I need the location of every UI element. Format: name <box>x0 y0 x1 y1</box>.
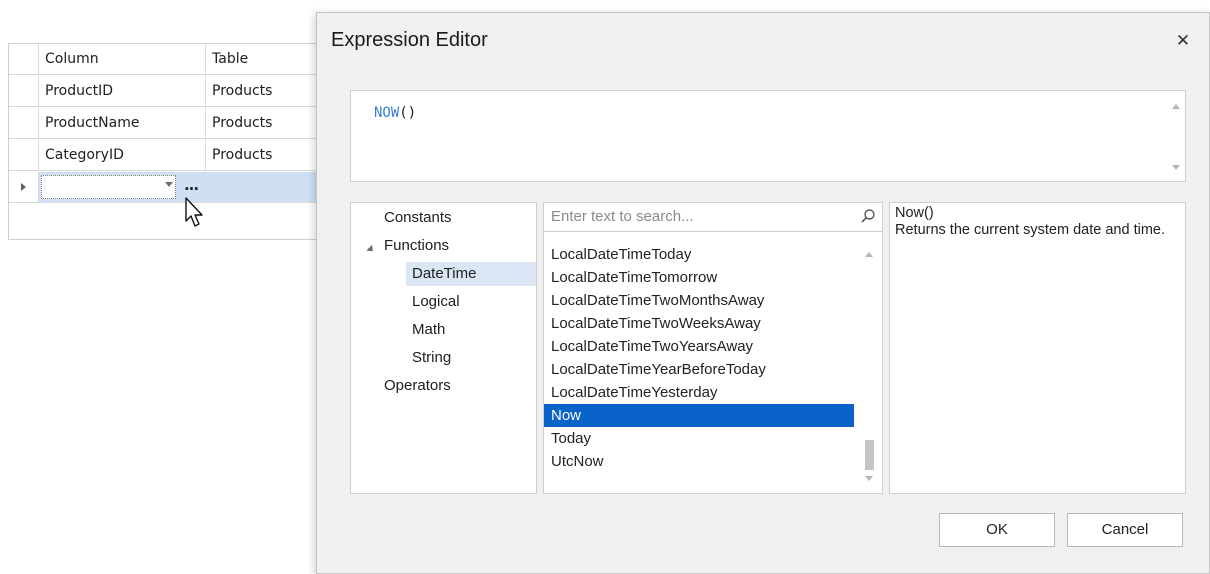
list-item[interactable]: LocalDateTimeToday <box>544 243 854 266</box>
row-indicator <box>9 172 39 203</box>
tree-item-functions[interactable]: Functions <box>378 234 455 258</box>
search-box[interactable] <box>544 203 882 232</box>
table-row-editing[interactable]: ... <box>9 172 349 204</box>
list-item[interactable]: LocalDateTimeTwoYearsAway <box>544 335 854 358</box>
expression-scrollbar[interactable] <box>1167 91 1185 181</box>
table-row[interactable]: ProductID Products <box>9 76 349 108</box>
list-item[interactable]: Today <box>544 427 854 450</box>
expression-editor-dialog: Expression Editor ✕ NOW() Constants Func… <box>316 12 1210 574</box>
function-list: LocalDateTimeToday LocalDateTimeTomorrow… <box>544 243 854 473</box>
tree-item-constants[interactable]: Constants <box>378 206 458 230</box>
chevron-down-icon[interactable] <box>165 182 173 187</box>
tree-item-operators[interactable]: Operators <box>378 374 457 398</box>
column-editor-cell[interactable]: ... <box>39 172 206 203</box>
tree-item-math[interactable]: Math <box>406 318 451 342</box>
close-button[interactable]: ✕ <box>1173 31 1193 51</box>
list-item[interactable]: LocalDateTimeTwoMonthsAway <box>544 289 854 312</box>
description-title: Now() <box>895 205 934 221</box>
description-panel: Now() Returns the current system date an… <box>889 202 1186 494</box>
scroll-down-icon[interactable] <box>865 476 873 481</box>
expression-function: NOW <box>374 105 400 121</box>
tree-item-string[interactable]: String <box>406 346 457 370</box>
scroll-down-icon[interactable] <box>1172 165 1180 170</box>
close-icon[interactable]: ✕ <box>1176 31 1190 51</box>
list-item-selected[interactable]: Now <box>544 404 854 427</box>
column-cell[interactable]: CategoryID <box>39 140 206 171</box>
tree-item-logical[interactable]: Logical <box>406 290 466 314</box>
row-indicator <box>9 140 39 171</box>
mouse-pointer-icon <box>185 197 203 227</box>
search-input[interactable] <box>544 203 844 230</box>
column-combobox[interactable] <box>41 175 176 199</box>
current-row-arrow-icon <box>21 183 26 191</box>
tree-item-datetime[interactable]: DateTime <box>406 262 536 286</box>
grid-header-row: Column Table <box>9 44 349 76</box>
category-tree: Constants Functions DateTime Logical Mat… <box>350 202 537 494</box>
scroll-up-icon[interactable] <box>1172 104 1180 109</box>
expression-input[interactable]: NOW() <box>350 90 1186 182</box>
function-list-panel: LocalDateTimeToday LocalDateTimeTomorrow… <box>543 202 883 494</box>
list-item[interactable]: LocalDateTimeYearBeforeToday <box>544 358 854 381</box>
expression-text[interactable]: NOW() <box>374 105 416 121</box>
list-item[interactable]: LocalDateTimeTomorrow <box>544 266 854 289</box>
scroll-up-icon[interactable] <box>865 252 873 257</box>
list-item[interactable]: LocalDateTimeTwoWeeksAway <box>544 312 854 335</box>
search-icon[interactable] <box>860 208 876 224</box>
column-header[interactable]: Column <box>39 44 206 75</box>
column-cell[interactable]: ProductID <box>39 76 206 107</box>
column-cell[interactable]: ProductName <box>39 108 206 139</box>
query-columns-grid: Column Table ProductID Products ProductN… <box>8 43 349 240</box>
description-text: Returns the current system date and time… <box>895 222 1165 238</box>
cancel-button[interactable]: Cancel <box>1067 513 1183 547</box>
ok-button[interactable]: OK <box>939 513 1055 547</box>
collapse-triangle-icon[interactable] <box>366 244 376 255</box>
function-list-scrollbar[interactable] <box>856 243 882 489</box>
row-indicator <box>9 108 39 139</box>
scrollbar-thumb[interactable] <box>865 440 874 470</box>
expression-args: () <box>399 105 417 121</box>
list-item[interactable]: LocalDateTimeYesterday <box>544 381 854 404</box>
dialog-title: Expression Editor <box>331 29 488 51</box>
list-item[interactable]: UtcNow <box>544 450 854 473</box>
table-row[interactable]: ProductName Products <box>9 108 349 140</box>
table-row[interactable]: CategoryID Products <box>9 140 349 172</box>
grid-corner <box>9 44 39 75</box>
row-indicator <box>9 76 39 107</box>
